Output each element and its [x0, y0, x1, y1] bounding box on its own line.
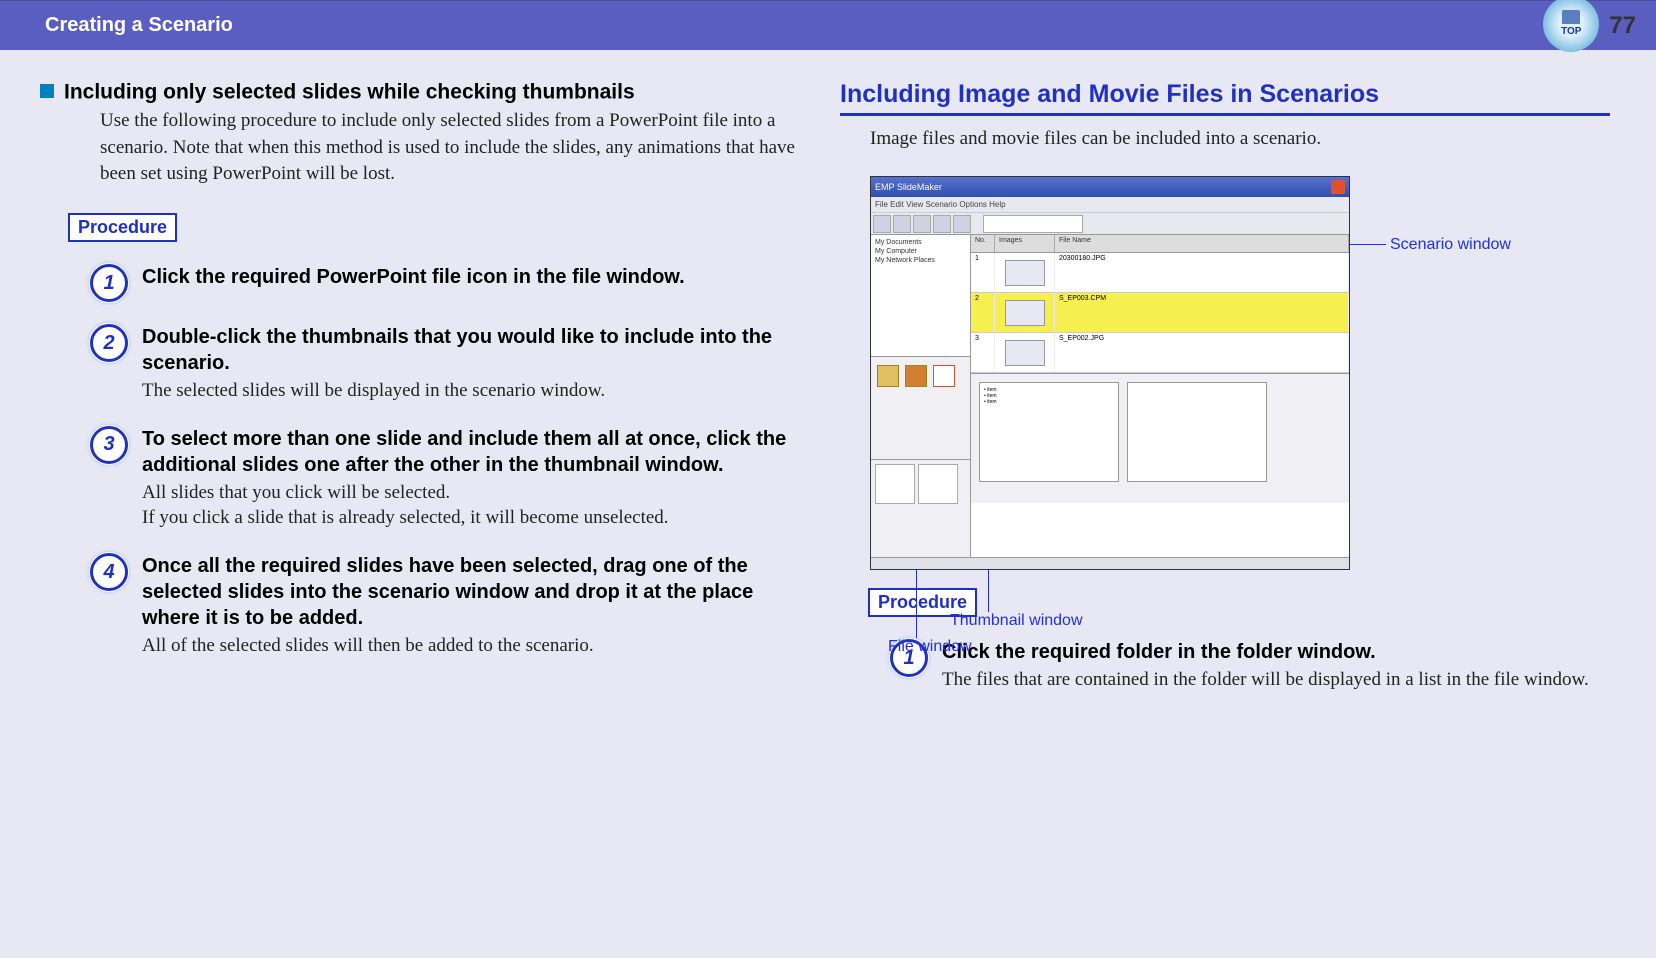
scenario-row: 1 20300180.JPG [971, 253, 1349, 293]
scenario-row: 3 S_EP002.JPG [971, 333, 1349, 373]
step-4: 4 Once all the required slides have been… [90, 553, 810, 659]
col-header: Images [995, 235, 1055, 252]
step-number-badge: 3 [90, 426, 128, 464]
thumbnail-icon [1005, 340, 1045, 366]
folder-icon [905, 365, 927, 387]
top-icon-label: TOP [1561, 26, 1581, 37]
section-marker-icon [40, 84, 54, 98]
section-heading-left-text: Including only selected slides while che… [64, 80, 635, 103]
step-3: 3 To select more than one slide and incl… [90, 426, 810, 531]
preview-thumb [1127, 382, 1267, 482]
ss-thumbnail-window [871, 460, 970, 557]
ss-body: My Documents My Computer My Network Plac… [871, 235, 1349, 557]
ss-folder-window: My Documents My Computer My Network Plac… [871, 235, 970, 357]
preview-thumb: • item• item• item [979, 382, 1119, 482]
header-right: TOP 77 [1543, 0, 1656, 54]
header-title: Creating a Scenario [45, 14, 233, 37]
thumbnail-icon [1005, 260, 1045, 286]
thumbnail-icon [1005, 300, 1045, 326]
ss-titlebar: EMP SlideMaker [871, 177, 1349, 197]
toolbar-icon [873, 215, 891, 233]
row-filename: S_EP002.JPG [1055, 333, 1349, 372]
row-num: 1 [971, 253, 995, 292]
ss-menubar: File Edit View Scenario Options Help [871, 197, 1349, 213]
step-number-badge: 1 [90, 264, 128, 302]
step-2: 2 Double-click the thumbnails that you w… [90, 324, 810, 404]
step-2-desc: The selected slides will be displayed in… [142, 378, 810, 404]
col-header: File Name [1055, 235, 1349, 252]
right-step-1-desc: The files that are contained in the fold… [942, 667, 1610, 693]
folder-item: My Network Places [875, 257, 966, 264]
folder-item: My Documents [875, 239, 966, 246]
ss-window-title: EMP SlideMaker [875, 177, 942, 197]
left-intro: Use the following procedure to include o… [100, 108, 810, 187]
toolbar-dropdown [983, 215, 1083, 233]
toolbar-icon [933, 215, 951, 233]
callout-scenario-window: Scenario window [1390, 236, 1511, 254]
callout-file-window: File window [888, 638, 972, 656]
callout-thumbnail-window: Thumbnail window [950, 612, 1083, 630]
scenario-header-row: No. Images File Name [971, 235, 1349, 253]
diagram: Folder window Scenario window Thumbnail … [870, 176, 1610, 570]
folder-icon [877, 365, 899, 387]
step-4-desc: All of the selected slides will then be … [142, 633, 810, 659]
row-num: 3 [971, 333, 995, 372]
step-1-title: Click the required PowerPoint file icon … [142, 264, 810, 290]
toolbar-icon [893, 215, 911, 233]
thumbnail-icon [918, 464, 958, 504]
ss-file-window [871, 357, 970, 460]
close-icon [1331, 180, 1345, 194]
toolbar-icon [913, 215, 931, 233]
row-num: 2 [971, 293, 995, 332]
left-column: Including only selected slides while che… [40, 80, 810, 715]
ss-preview-pane: • item• item• item [971, 373, 1349, 503]
step-number-badge: 4 [90, 553, 128, 591]
row-filename: S_EP003.CPM [1055, 293, 1349, 332]
step-4-title: Once all the required slides have been s… [142, 553, 810, 631]
step-2-title: Double-click the thumbnails that you wou… [142, 324, 810, 376]
ss-left-pane: My Documents My Computer My Network Plac… [871, 235, 971, 557]
section-heading-left: Including only selected slides while che… [40, 80, 810, 104]
right-heading: Including Image and Movie Files in Scena… [840, 80, 1610, 109]
file-icon [933, 365, 955, 387]
content: Including only selected slides while che… [0, 50, 1656, 745]
right-step-1-title: Click the required folder in the folder … [942, 639, 1610, 665]
page-number: 77 [1609, 12, 1636, 40]
step-number-badge: 2 [90, 324, 128, 362]
right-column: Including Image and Movie Files in Scena… [840, 80, 1610, 715]
page-header: Creating a Scenario TOP 77 [0, 0, 1656, 50]
thumbnail-icon [875, 464, 915, 504]
step-3-desc: All slides that you click will be select… [142, 480, 810, 531]
right-step-1: 1 Click the required folder in the folde… [890, 639, 1610, 693]
scenario-row-highlighted: 2 S_EP003.CPM [971, 293, 1349, 333]
ss-scenario-window: No. Images File Name 1 20300180.JPG 2 [971, 235, 1349, 557]
col-header: No. [971, 235, 995, 252]
procedure-label-left: Procedure [68, 213, 177, 242]
step-3-title: To select more than one slide and includ… [142, 426, 810, 478]
app-screenshot: EMP SlideMaker File Edit View Scenario O… [870, 176, 1350, 570]
folder-item: My Computer [875, 248, 966, 255]
ss-statusbar [871, 557, 1349, 569]
row-filename: 20300180.JPG [1055, 253, 1349, 292]
step-1: 1 Click the required PowerPoint file ico… [90, 264, 810, 302]
ss-toolbar [871, 213, 1349, 235]
right-intro: Image files and movie files can be inclu… [870, 128, 1610, 150]
right-heading-rule [840, 113, 1610, 116]
toolbar-icon [953, 215, 971, 233]
top-icon[interactable]: TOP [1543, 0, 1599, 52]
